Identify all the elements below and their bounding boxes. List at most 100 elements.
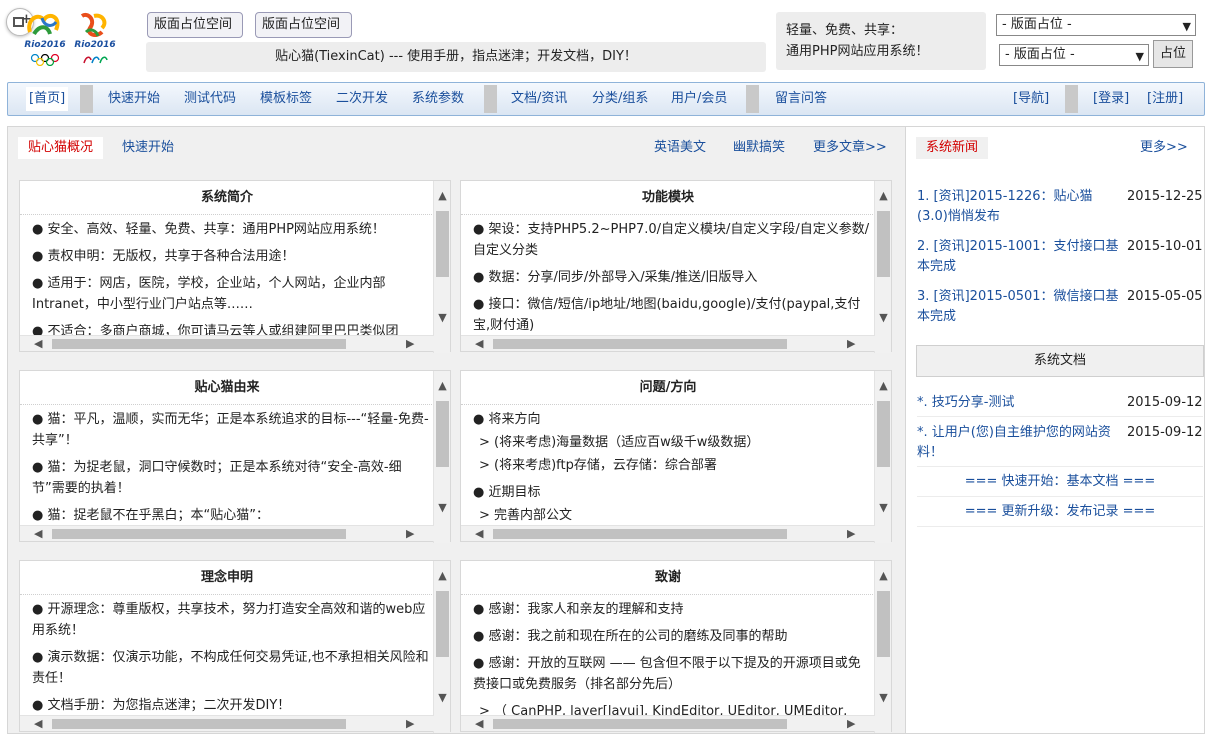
scrollbar-thumb[interactable] — [52, 719, 346, 729]
scrollbar-thumb[interactable] — [436, 401, 449, 467]
scroll-right-icon[interactable]: ▶ — [847, 336, 855, 352]
panel-body[interactable]: ● 猫：平凡，温顺，实而无华；正是本系统追求的目标---“轻量-免费-共享”！ … — [32, 409, 430, 531]
scroll-left-icon[interactable]: ◀ — [34, 526, 42, 542]
system-docs-button[interactable]: 系统文档 — [916, 345, 1204, 377]
scrollbar-thumb[interactable] — [493, 719, 787, 729]
news-more-link[interactable]: 更多>> — [1140, 137, 1188, 159]
rio-olympics-logo[interactable]: Rio2016 — [22, 10, 68, 66]
scroll-up-icon[interactable]: ▲ — [434, 379, 451, 392]
rio-paralympics-logo[interactable]: Rio2016 — [72, 10, 118, 66]
article-tabs: 贴心猫概况 快速开始 英语美文 幽默搞笑 更多文章>> — [8, 127, 906, 169]
scroll-left-icon[interactable]: ◀ — [34, 336, 42, 352]
scrollbar-thumb[interactable] — [52, 339, 346, 349]
panel-line: ● 架设：支持PHP5.2~PHP7.0/自定义模块/自定义字段/自定义参数/自… — [473, 222, 870, 258]
placeholder-select-1[interactable]: - 版面占位 - ▼ — [996, 14, 1196, 36]
vertical-scrollbar[interactable]: ▲ ▼ — [874, 181, 891, 353]
nav-item-system-params[interactable]: 系统参数 — [412, 83, 464, 115]
nav-item-users[interactable]: 用户/会员 — [671, 83, 727, 115]
panel-body[interactable]: ● 将来方向 > (将来考虑)海量数据（适应百w级千w级数据） > (将来考虑)… — [473, 409, 871, 531]
scroll-down-icon[interactable]: ▼ — [434, 501, 451, 514]
nav-item-secondary-dev[interactable]: 二次开发 — [336, 83, 388, 115]
scroll-up-icon[interactable]: ▲ — [434, 189, 451, 202]
vertical-scrollbar[interactable]: ▲ ▼ — [433, 181, 450, 353]
nav-item-register[interactable]: [注册] — [1147, 83, 1183, 115]
nav-item-test-code[interactable]: 测试代码 — [184, 83, 236, 115]
news-title[interactable]: 1. [资讯]2015-1226：贴心猫(3.0)悄悄发布 — [917, 187, 1123, 227]
panel-body[interactable]: ● 感谢：我家人和亲友的理解和支持 ● 感谢：我之前和现在所在的公司的磨练及同事… — [473, 599, 871, 721]
right-sidebar: 系统新闻 更多>> 1. [资讯]2015-1226：贴心猫(3.0)悄悄发布 … — [906, 127, 1204, 733]
nav-item-quick-start[interactable]: 快速开始 — [108, 83, 160, 115]
vertical-scrollbar[interactable]: ▲ ▼ — [433, 371, 450, 543]
scrollbar-thumb[interactable] — [436, 591, 449, 657]
scroll-up-icon[interactable]: ▲ — [875, 569, 892, 582]
scroll-left-icon[interactable]: ◀ — [34, 716, 42, 732]
scroll-down-icon[interactable]: ▼ — [434, 691, 451, 704]
tab-overview[interactable]: 贴心猫概况 — [18, 137, 104, 159]
scrollbar-thumb[interactable] — [877, 591, 890, 657]
scroll-left-icon[interactable]: ◀ — [475, 526, 483, 542]
scrollbar-thumb[interactable] — [436, 211, 449, 277]
scrollbar-thumb[interactable] — [493, 339, 787, 349]
doc-item[interactable]: *. 技巧分享-测试 2015-09-12 — [917, 393, 1203, 417]
news-title[interactable]: 2. [资讯]2015-1001：支付接口基本完成 — [917, 237, 1123, 277]
panel-body[interactable]: ● 开源理念：尊重版权，共享技术，努力打造安全高效和谐的web应用系统！ ● 演… — [32, 599, 430, 721]
scroll-right-icon[interactable]: ▶ — [406, 336, 414, 352]
panel-body[interactable]: ● 安全、高效、轻量、免费、共享：通用PHP网站应用系统！ ● 责权申明：无版权… — [32, 219, 430, 341]
scroll-right-icon[interactable]: ▶ — [406, 526, 414, 542]
panel-title: 问题/方向 — [461, 371, 875, 405]
doc-title[interactable]: *. 技巧分享-测试 — [917, 393, 1117, 413]
placeholder-select-2[interactable]: - 版面占位 - ▼ — [999, 44, 1149, 66]
site-title: 贴心猫(TiexinCat) --- 使用手册，指点迷津；开发文档，DIY！ — [146, 42, 766, 72]
scrollbar-thumb[interactable] — [877, 401, 890, 467]
news-item[interactable]: 1. [资讯]2015-1226：贴心猫(3.0)悄悄发布 2015-12-25 — [917, 187, 1203, 227]
scroll-right-icon[interactable]: ▶ — [847, 716, 855, 732]
scroll-down-icon[interactable]: ▼ — [875, 311, 892, 324]
horizontal-scrollbar[interactable]: ◀ ▶ — [20, 525, 434, 541]
horizontal-scrollbar[interactable]: ◀ ▶ — [461, 335, 875, 351]
horizontal-scrollbar[interactable]: ◀ ▶ — [461, 525, 875, 541]
scroll-left-icon[interactable]: ◀ — [475, 336, 483, 352]
panel-philosophy: 理念申明 ● 开源理念：尊重版权，共享技术，努力打造安全高效和谐的web应用系统… — [19, 560, 451, 733]
nav-item-navigation[interactable]: [导航] — [1013, 83, 1049, 115]
vertical-scrollbar[interactable]: ▲ ▼ — [874, 561, 891, 733]
upgrade-log-link[interactable]: === 更新升级：发布记录 === — [917, 497, 1203, 527]
tab-more-articles[interactable]: 更多文章>> — [813, 137, 887, 159]
placeholder-go-button[interactable]: 占位 — [1153, 40, 1193, 68]
nav-item-login[interactable]: [登录] — [1093, 83, 1129, 115]
vertical-scrollbar[interactable]: ▲ ▼ — [874, 371, 891, 543]
horizontal-scrollbar[interactable]: ◀ ▶ — [20, 715, 434, 731]
scroll-left-icon[interactable]: ◀ — [475, 716, 483, 732]
vertical-scrollbar[interactable]: ▲ ▼ — [433, 561, 450, 733]
ad-placeholder-button-2[interactable]: 版面占位空间 — [255, 12, 352, 38]
nav-item-docs-news[interactable]: 文档/资讯 — [511, 83, 567, 115]
scroll-up-icon[interactable]: ▲ — [875, 379, 892, 392]
scroll-right-icon[interactable]: ▶ — [847, 526, 855, 542]
doc-title[interactable]: *. 让用户(您)自主维护您的网站资料！ — [917, 423, 1117, 463]
horizontal-scrollbar[interactable]: ◀ ▶ — [461, 715, 875, 731]
news-item[interactable]: 3. [资讯]2015-0501：微信接口基本完成 2015-05-05 — [917, 287, 1203, 327]
scroll-up-icon[interactable]: ▲ — [875, 189, 892, 202]
news-title[interactable]: 3. [资讯]2015-0501：微信接口基本完成 — [917, 287, 1123, 327]
panel-body[interactable]: ● 架设：支持PHP5.2~PHP7.0/自定义模块/自定义字段/自定义参数/自… — [473, 219, 871, 341]
news-item[interactable]: 2. [资讯]2015-1001：支付接口基本完成 2015-10-01 — [917, 237, 1203, 277]
scroll-down-icon[interactable]: ▼ — [434, 311, 451, 324]
doc-item[interactable]: *. 让用户(您)自主维护您的网站资料！ 2015-09-12 — [917, 423, 1203, 467]
ad-placeholder-button-1[interactable]: 版面占位空间 — [147, 12, 243, 38]
tab-quick-start[interactable]: 快速开始 — [122, 137, 174, 159]
scroll-up-icon[interactable]: ▲ — [434, 569, 451, 582]
scrollbar-thumb[interactable] — [877, 211, 890, 277]
tab-english-essays[interactable]: 英语美文 — [654, 137, 706, 159]
tab-humor[interactable]: 幽默搞笑 — [733, 137, 785, 159]
nav-item-categories[interactable]: 分类/组系 — [592, 83, 648, 115]
nav-item-template-tags[interactable]: 模板标签 — [260, 83, 312, 115]
rio-paralympics-emblem-icon — [80, 13, 107, 37]
scroll-right-icon[interactable]: ▶ — [406, 716, 414, 732]
scroll-down-icon[interactable]: ▼ — [875, 691, 892, 704]
nav-item-home[interactable]: [首页] — [26, 87, 69, 111]
quick-start-docs-link[interactable]: === 快速开始：基本文档 === — [917, 467, 1203, 497]
horizontal-scrollbar[interactable]: ◀ ▶ — [20, 335, 434, 351]
scrollbar-thumb[interactable] — [493, 529, 787, 539]
scrollbar-thumb[interactable] — [52, 529, 346, 539]
scroll-down-icon[interactable]: ▼ — [875, 501, 892, 514]
nav-item-guestbook[interactable]: 留言问答 — [775, 83, 827, 115]
